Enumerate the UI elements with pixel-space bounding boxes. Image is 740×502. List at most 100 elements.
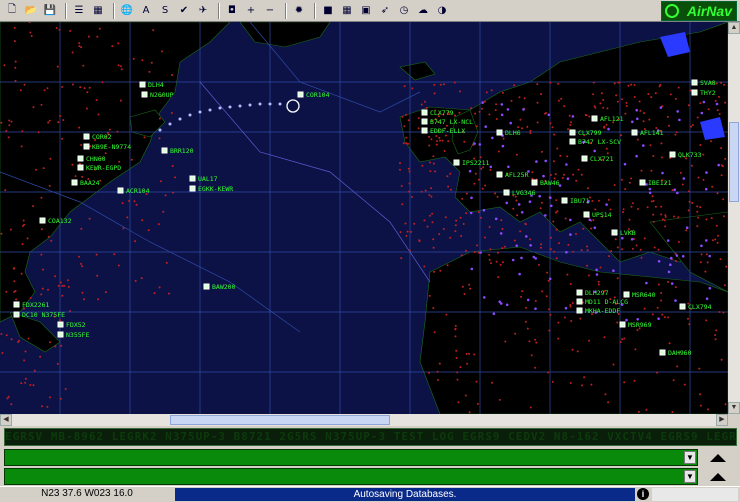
check-icon[interactable]: ✔ (176, 3, 192, 19)
flight-label[interactable]: DAH960 (668, 349, 692, 357)
flight-label[interactable]: CLX799 (578, 129, 602, 137)
flight-label[interactable]: UPS14 (592, 211, 612, 219)
aircraft-marker-icon[interactable] (57, 321, 64, 328)
dropdown-arrow-icon[interactable]: ▼ (684, 451, 696, 464)
aircraft-marker-icon[interactable] (13, 311, 20, 318)
aircraft-marker-icon[interactable] (583, 211, 590, 218)
aircraft-marker-icon[interactable] (71, 179, 78, 186)
aircraft-marker-icon[interactable] (139, 81, 146, 88)
open-icon[interactable]: 📂 (23, 3, 39, 19)
flight-label[interactable]: IPS2211 (462, 159, 489, 167)
aircraft-marker-icon[interactable] (161, 147, 168, 154)
zoom-out-icon[interactable]: − (262, 3, 278, 19)
horizontal-scrollbar[interactable]: ◀ ▶ (0, 414, 728, 426)
flight-label[interactable]: MSR640 (632, 291, 656, 299)
flight-label[interactable]: EGKK-KEWR (198, 185, 233, 193)
aircraft-marker-icon[interactable] (13, 301, 20, 308)
aircraft-marker-icon[interactable] (39, 217, 46, 224)
aircraft-marker-icon[interactable] (453, 159, 460, 166)
message-select-1[interactable]: ▼ (4, 449, 698, 466)
layer-icon[interactable]: ■ (320, 3, 336, 19)
aircraft-marker-icon[interactable] (496, 171, 503, 178)
radar-map[interactable]: DLH4 N260UP COR104 COR02 KB9E-N9774 BRR120 CHN… (0, 22, 728, 414)
flight-label[interactable]: BRR120 (170, 147, 194, 155)
flight-label[interactable]: MKHA-EDDF (585, 307, 620, 315)
aircraft-marker-icon[interactable] (189, 175, 196, 182)
vertical-scroll-thumb[interactable] (729, 122, 739, 202)
save-icon[interactable]: 💾 (42, 3, 58, 19)
flight-label[interactable]: BAA24 (80, 179, 100, 187)
flight-label[interactable]: AFL121 (600, 115, 624, 123)
clock-icon[interactable]: ◷ (396, 3, 412, 19)
aircraft-marker-icon[interactable] (619, 321, 626, 328)
map-icon[interactable]: ▣ (358, 3, 374, 19)
scroll-down-icon[interactable]: ▼ (728, 402, 740, 414)
aircraft-marker-icon[interactable] (569, 138, 576, 145)
flight-label[interactable]: EDDF-ELLX (430, 127, 465, 135)
aircraft-marker-icon[interactable] (421, 109, 428, 116)
compass-icon[interactable]: ➶ (377, 3, 393, 19)
aircraft-marker-icon[interactable] (503, 189, 510, 196)
flight-label[interactable]: FDX2261 (22, 301, 49, 309)
aircraft-marker-icon[interactable] (576, 307, 583, 314)
aircraft-marker-icon[interactable] (691, 79, 698, 86)
flight-label[interactable]: COR104 (306, 91, 330, 99)
flight-label[interactable]: DC10 N375FE (22, 311, 65, 319)
flight-label[interactable]: CLX779 (430, 109, 454, 117)
flight-label[interactable]: SVA8 (700, 79, 716, 87)
globe-icon[interactable]: 🌐 (119, 3, 135, 19)
scroll-up-icon[interactable]: ▲ (728, 22, 740, 34)
scroll-left-icon[interactable]: ◀ (0, 414, 12, 426)
flight-label[interactable]: UAL17 (198, 175, 218, 183)
aircraft-marker-icon[interactable] (631, 129, 638, 136)
aircraft-marker-icon[interactable] (569, 129, 576, 136)
flight-label[interactable]: THY2 (700, 89, 716, 97)
aircraft-marker-icon[interactable] (77, 155, 84, 162)
flight-label[interactable]: COR02 (92, 133, 112, 141)
s-filter-icon[interactable]: S (157, 3, 173, 19)
aircraft-marker-icon[interactable] (581, 155, 588, 162)
flight-label[interactable]: CLX794 (688, 303, 712, 311)
new-icon[interactable]: 🗋 (4, 3, 20, 19)
aircraft-marker-icon[interactable] (669, 151, 676, 158)
aircraft-marker-icon[interactable] (611, 229, 618, 236)
flight-label[interactable]: IBU71 (570, 197, 590, 205)
zoom-in-icon[interactable]: + (243, 3, 259, 19)
zoom-fit-icon[interactable]: ◘ (224, 3, 240, 19)
dropdown-arrow-icon[interactable]: ▼ (684, 470, 696, 483)
airport-icon[interactable]: ✈ (195, 3, 211, 19)
flight-label[interactable]: MSR969 (628, 321, 652, 329)
table-icon[interactable]: ☰ (71, 3, 87, 19)
flight-label[interactable]: DLH4 (148, 81, 164, 89)
flight-label[interactable]: IBE121 (648, 179, 672, 187)
weather-icon[interactable]: ☁ (415, 3, 431, 19)
aircraft-marker-icon[interactable] (421, 127, 428, 134)
flight-label[interactable]: DLH297 (585, 289, 609, 297)
aircraft-marker-icon[interactable] (679, 303, 686, 310)
aircraft-marker-icon[interactable] (83, 143, 90, 150)
settings-icon[interactable]: ✹ (291, 3, 307, 19)
aircraft-marker-icon[interactable] (623, 291, 630, 298)
expand-up-button-1[interactable] (700, 449, 736, 466)
aircraft-marker-icon[interactable] (117, 187, 124, 194)
scroll-right-icon[interactable]: ▶ (716, 414, 728, 426)
overlay-icon[interactable]: ▦ (339, 3, 355, 19)
aircraft-marker-icon[interactable] (531, 179, 538, 186)
flight-label[interactable]: FDX52 (66, 321, 86, 329)
flight-label[interactable]: B747 LX-NCL (430, 118, 473, 126)
aircraft-marker-icon[interactable] (561, 197, 568, 204)
flight-label[interactable]: N355FE (66, 331, 90, 339)
flight-label[interactable]: BAW200 (212, 283, 236, 291)
flight-label[interactable]: LVG346 (512, 189, 536, 197)
flight-label[interactable]: B747 LX-SCV (578, 138, 621, 146)
flight-label[interactable]: ACR104 (126, 187, 150, 195)
flight-label[interactable]: AFL25R (505, 171, 529, 179)
aircraft-marker-icon[interactable] (421, 118, 428, 125)
aircraft-marker-icon[interactable] (576, 298, 583, 305)
flight-label[interactable]: CHN60 (86, 155, 106, 163)
flight-label[interactable]: COA132 (48, 217, 72, 225)
message-select-2[interactable]: ▼ (4, 468, 698, 485)
flight-label[interactable]: KEWR-EGPD (86, 164, 121, 172)
aircraft-marker-icon[interactable] (57, 331, 64, 338)
flight-label[interactable]: QLK733 (678, 151, 702, 159)
